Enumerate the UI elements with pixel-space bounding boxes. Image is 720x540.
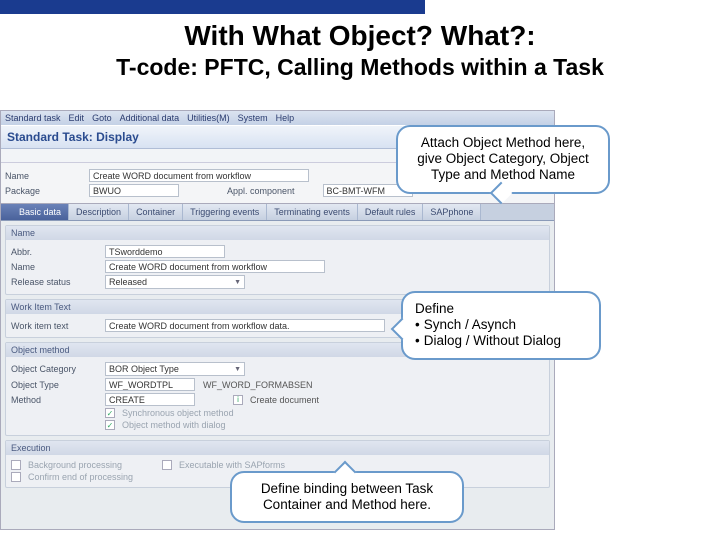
callout-text: Attach Object Method here, give Object C… xyxy=(417,135,589,182)
field-abbr[interactable]: TSworddemo xyxy=(105,245,225,258)
slide-title: With What Object? What?: xyxy=(0,20,720,52)
menu-additional-data[interactable]: Additional data xyxy=(120,113,180,123)
text-method-desc: Create document xyxy=(250,395,319,405)
field-package[interactable]: BWUO xyxy=(89,184,179,197)
checkbox-confirm-end[interactable] xyxy=(11,472,21,482)
tab-label: Triggering events xyxy=(190,207,259,217)
dropdown-release-status[interactable]: Released ▼ xyxy=(105,275,245,289)
checkbox-synchronous[interactable]: ✓ xyxy=(105,408,115,418)
menu-utilities[interactable]: Utilities(M) xyxy=(187,113,230,123)
label-name: Name xyxy=(5,171,85,181)
field-task-name[interactable]: Create WORD document from workflow xyxy=(105,260,325,273)
group-header-name: Name xyxy=(6,226,549,240)
menu-system[interactable]: System xyxy=(238,113,268,123)
chevron-down-icon: ▼ xyxy=(234,279,241,286)
tab-description[interactable]: Description xyxy=(69,204,129,220)
callout-text: Define xyxy=(415,301,587,317)
tab-basic-data[interactable]: Basic data xyxy=(1,204,69,220)
group-name: Name Abbr. TSworddemo Name Create WORD d… xyxy=(5,225,550,295)
tab-label: Container xyxy=(136,207,175,217)
tab-label: Terminating events xyxy=(274,207,350,217)
menu-goto[interactable]: Goto xyxy=(92,113,112,123)
tab-label: Description xyxy=(76,207,121,217)
dropdown-obj-category[interactable]: BOR Object Type ▼ xyxy=(105,362,245,376)
callout-define-sync-dialog: Define Synch / Asynch Dialog / Without D… xyxy=(401,291,601,360)
label-wit: Work item text xyxy=(11,321,101,331)
label-confirm-end: Confirm end of processing xyxy=(28,472,133,482)
tab-triggering-events[interactable]: Triggering events xyxy=(183,204,267,220)
label-dialog: Object method with dialog xyxy=(122,420,226,430)
tab-label: SAPphone xyxy=(430,207,473,217)
checkbox-background[interactable] xyxy=(11,460,21,470)
label-background: Background processing xyxy=(28,460,158,470)
label-sapforms: Executable with SAPforms xyxy=(179,460,285,470)
slide-title-block: With What Object? What?: T-code: PFTC, C… xyxy=(0,14,720,85)
field-wit[interactable]: Create WORD document from workflow data. xyxy=(105,319,385,332)
menu-standard-task[interactable]: Standard task xyxy=(5,113,61,123)
tab-terminating-events[interactable]: Terminating events xyxy=(267,204,358,220)
label-obj-category: Object Category xyxy=(11,364,101,374)
callout-text: Define binding between Task Container an… xyxy=(261,481,433,512)
menu-help[interactable]: Help xyxy=(276,113,295,123)
tab-label: Basic data xyxy=(19,207,61,217)
label-package: Package xyxy=(5,186,85,196)
menu-edit[interactable]: Edit xyxy=(69,113,85,123)
group-header-exec: Execution xyxy=(6,441,549,455)
callout-bullet: Dialog / Without Dialog xyxy=(415,333,587,349)
decorative-bar xyxy=(0,0,425,14)
dropdown-value: BOR Object Type xyxy=(109,364,179,374)
callout-define-binding: Define binding between Task Container an… xyxy=(230,471,464,523)
checkbox-sapforms[interactable] xyxy=(162,460,172,470)
label-obj-type: Object Type xyxy=(11,380,101,390)
tab-strip: Basic data Description Container Trigger… xyxy=(1,203,554,221)
callout-attach-object: Attach Object Method here, give Object C… xyxy=(396,125,610,194)
info-icon[interactable]: i xyxy=(233,395,243,405)
dropdown-value: Released xyxy=(109,277,147,287)
field-name[interactable]: Create WORD document from workflow xyxy=(89,169,309,182)
field-method[interactable]: CREATE xyxy=(105,393,195,406)
tab-default-rules[interactable]: Default rules xyxy=(358,204,424,220)
field-obj-type[interactable]: WF_WORDTPL xyxy=(105,378,195,391)
menu-bar[interactable]: Standard task Edit Goto Additional data … xyxy=(1,111,554,125)
label-task-name: Name xyxy=(11,262,101,272)
label-method: Method xyxy=(11,395,101,405)
checkbox-dialog[interactable]: ✓ xyxy=(105,420,115,430)
tab-sapphone[interactable]: SAPphone xyxy=(423,204,481,220)
label-appl-component: Appl. component xyxy=(227,186,295,196)
slide-subtitle: T-code: PFTC, Calling Methods within a T… xyxy=(0,54,720,81)
tab-icon xyxy=(8,208,16,216)
tab-label: Default rules xyxy=(365,207,416,217)
label-abbr: Abbr. xyxy=(11,247,101,257)
tab-container[interactable]: Container xyxy=(129,204,183,220)
label-release-status: Release status xyxy=(11,277,101,287)
chevron-down-icon: ▼ xyxy=(234,366,241,373)
text-obj-type-desc: WF_WORD_FORMABSEN xyxy=(203,380,313,390)
label-synchronous: Synchronous object method xyxy=(122,408,234,418)
callout-bullet: Synch / Asynch xyxy=(415,317,587,333)
